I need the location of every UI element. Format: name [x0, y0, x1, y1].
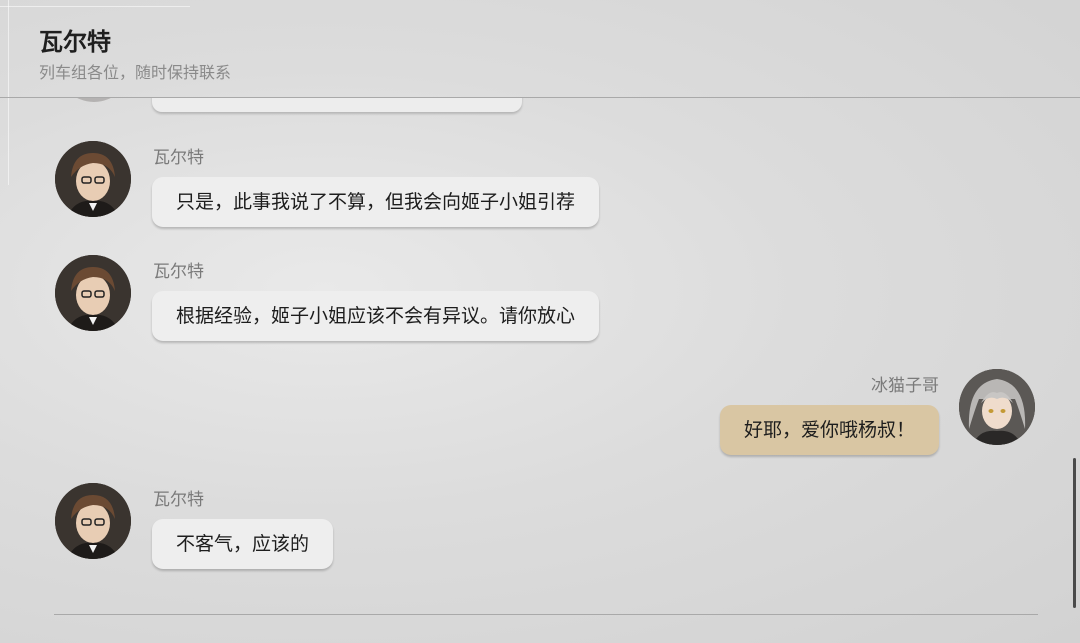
welt-avatar[interactable] [55, 483, 131, 559]
welt-avatar[interactable] [55, 255, 131, 331]
message-bubble: 好耶，爱你哦杨叔！ [719, 405, 939, 455]
welt-portrait-icon [55, 255, 131, 331]
chat-header: 瓦尔特 列车组各位，随时保持联系 [0, 0, 1080, 98]
sender-name: 冰猫子哥 [871, 376, 939, 396]
message-bubble: 只是，此事我说了不算，但我会向姬子小姐引荐 [152, 177, 600, 227]
player-avatar[interactable] [959, 369, 1035, 445]
input-divider [54, 614, 1038, 615]
chat-subtitle: 列车组各位，随时保持联系 [39, 63, 232, 82]
chat-title: 瓦尔特 [39, 28, 111, 56]
message-list[interactable]: 瓦尔特 只是，此事我说了不算，但我会向姬子小姐引荐 瓦尔特 根据经验，姬子小姐应… [0, 98, 1080, 618]
message-bubble: 不客气，应该的 [152, 519, 334, 569]
sender-name: 瓦尔特 [153, 148, 204, 168]
sender-name: 瓦尔特 [153, 490, 204, 510]
welt-avatar[interactable] [55, 141, 131, 217]
welt-portrait-icon [55, 141, 131, 217]
scrollbar-thumb[interactable] [1073, 458, 1076, 608]
message-bubble [152, 98, 522, 112]
sender-name: 瓦尔特 [153, 262, 204, 282]
welt-portrait-icon [55, 483, 131, 559]
message-bubble: 根据经验，姬子小姐应该不会有异议。请你放心 [152, 291, 600, 341]
player-portrait-icon [959, 369, 1035, 445]
avatar [57, 98, 131, 102]
